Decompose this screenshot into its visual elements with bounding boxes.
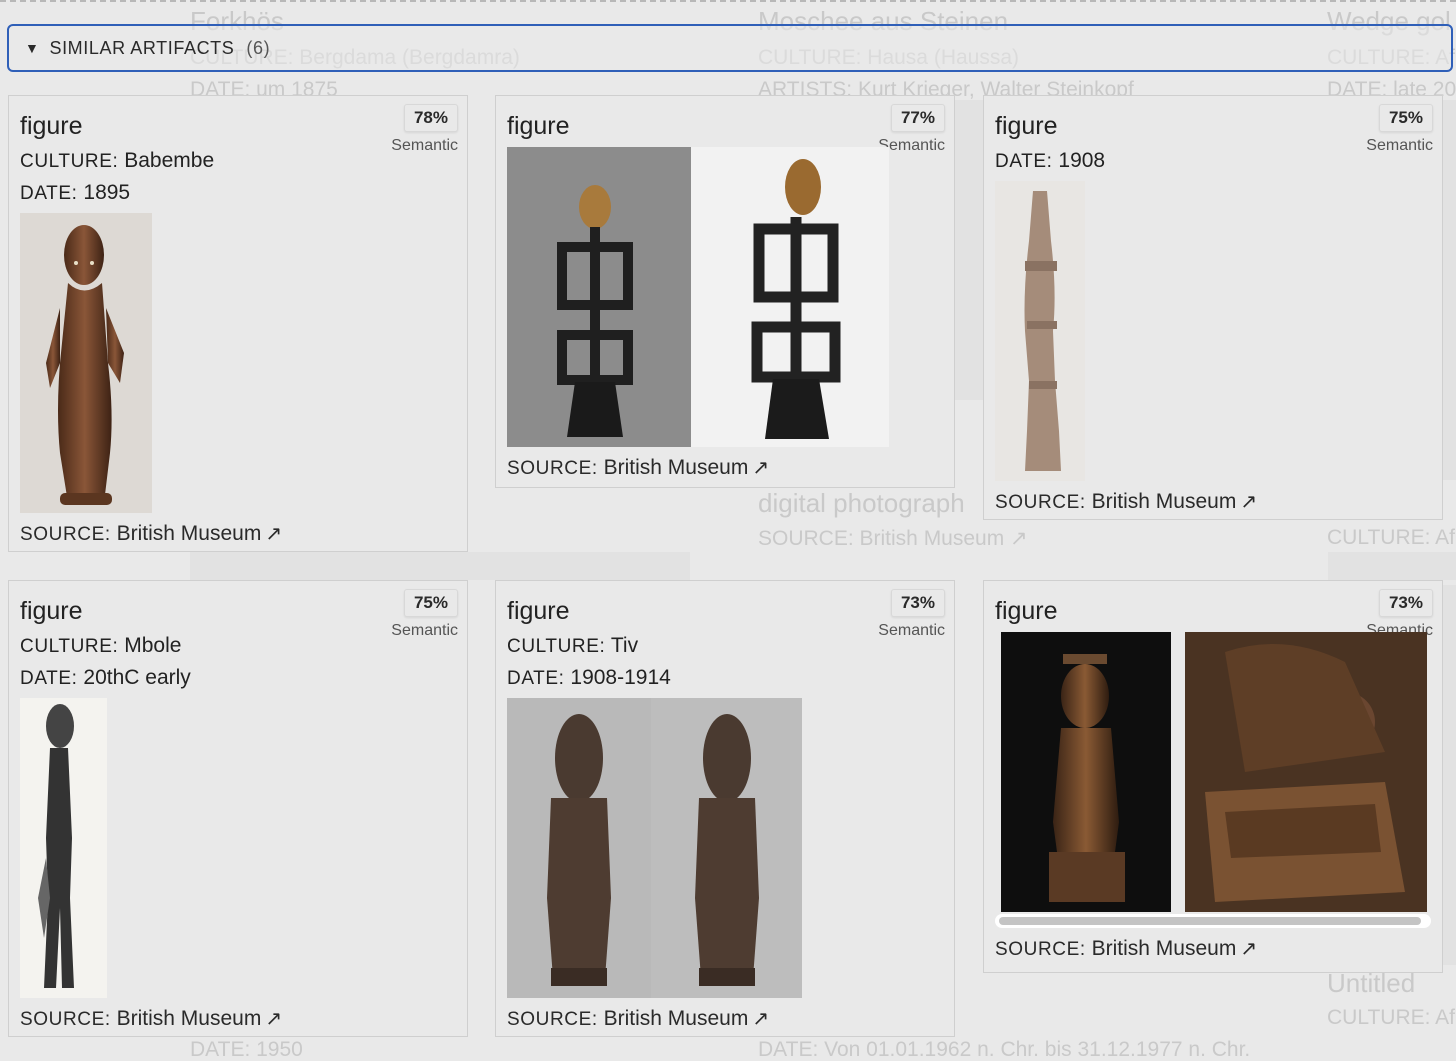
source-link[interactable]: British Museum <box>117 522 262 545</box>
external-link-icon[interactable]: ↗ <box>1240 938 1257 960</box>
similarity-score: 75% Semantic <box>391 589 458 640</box>
similar-artifacts-toggle[interactable]: ▼ SIMILAR ARTIFACTS (6) <box>7 24 1453 72</box>
source-link[interactable]: British Museum <box>604 1007 749 1030</box>
scrollbar-thumb[interactable] <box>999 917 1421 925</box>
bg-text: DATE: Von 01.01.1962 n. Chr. bis 31.12.1… <box>758 1038 1251 1061</box>
culture-key: CULTURE: <box>20 636 119 657</box>
score-percent: 73% <box>890 589 945 617</box>
external-link-icon[interactable]: ↗ <box>1240 491 1257 513</box>
date-row: DATE: 1895 <box>20 181 456 205</box>
score-type: Semantic <box>391 137 458 154</box>
artifact-image[interactable] <box>1185 632 1427 912</box>
source-key: SOURCE: <box>995 492 1086 513</box>
source-row: SOURCE: British Museum ↗ <box>995 936 1431 961</box>
source-link[interactable]: British Museum <box>1092 937 1237 960</box>
score-type: Semantic <box>391 622 458 639</box>
bg-image <box>955 100 985 400</box>
external-link-icon[interactable]: ↗ <box>265 523 282 545</box>
top-divider <box>0 0 1456 4</box>
source-row: SOURCE: British Museum ↗ <box>995 489 1431 514</box>
culture-value: Babembe <box>124 149 215 172</box>
bg-title: digital photograph <box>758 488 965 518</box>
source-link[interactable]: British Museum <box>117 1007 262 1030</box>
artifact-card[interactable]: 75% Semantic figure DATE: 1908 SOURCE: B… <box>983 95 1443 520</box>
score-percent: 78% <box>403 104 458 132</box>
artifact-image[interactable] <box>20 213 152 513</box>
culture-value: Mbole <box>124 634 182 657</box>
source-row: SOURCE: British Museum ↗ <box>507 1006 943 1031</box>
source-link[interactable]: British Museum <box>604 456 749 479</box>
external-link-icon[interactable]: ↗ <box>265 1008 282 1030</box>
date-key: DATE: <box>995 151 1053 172</box>
artifact-card[interactable]: 73% Semantic figure CULTURE: Tiv DATE: 1… <box>495 580 955 1037</box>
date-key: DATE: <box>20 668 78 689</box>
date-value: 1908-1914 <box>570 666 671 689</box>
culture-key: CULTURE: <box>507 636 606 657</box>
source-link[interactable]: British Museum <box>1092 490 1237 513</box>
date-value: 1908 <box>1058 149 1106 172</box>
external-link-icon[interactable]: ↗ <box>752 1008 769 1030</box>
bg-text: CULTURE: Afr <box>1327 1006 1456 1029</box>
artifact-card[interactable]: 78% Semantic figure CULTURE: Babembe DAT… <box>8 95 468 552</box>
artifact-card[interactable]: 73% Semantic figure SOURCE: British Muse… <box>983 580 1443 973</box>
bg-text: SOURCE: British Museum ↗ <box>758 527 1028 550</box>
result-count: (6) <box>246 37 271 58</box>
score-percent: 73% <box>1378 589 1433 617</box>
artifact-card[interactable]: 77% Semantic figure SOURCE: British Muse… <box>495 95 955 488</box>
bg-text: DATE: 1950 <box>190 1038 303 1061</box>
source-row: SOURCE: British Museum ↗ <box>20 1006 456 1031</box>
score-percent: 75% <box>1378 104 1433 132</box>
source-key: SOURCE: <box>995 939 1086 960</box>
bg-text: CULTURE: Afr <box>1327 526 1456 549</box>
artifact-image[interactable] <box>507 147 691 447</box>
artifact-card[interactable]: 75% Semantic figure CULTURE: Mbole DATE:… <box>8 580 468 1037</box>
similarity-score: 75% Semantic <box>1366 104 1433 155</box>
bg-image <box>1328 552 1456 580</box>
date-key: DATE: <box>507 668 565 689</box>
date-value: 1895 <box>83 181 131 204</box>
external-link-icon[interactable]: ↗ <box>752 457 769 479</box>
culture-key: CULTURE: <box>20 151 119 172</box>
bg-image <box>190 552 690 580</box>
source-row: SOURCE: British Museum ↗ <box>20 521 456 546</box>
source-key: SOURCE: <box>507 1009 598 1030</box>
score-percent: 77% <box>890 104 945 132</box>
source-key: SOURCE: <box>20 524 111 545</box>
date-row: DATE: 20thC early <box>20 666 456 690</box>
artifact-image[interactable] <box>651 698 802 998</box>
artifact-image[interactable] <box>507 698 651 998</box>
date-row: DATE: 1908-1914 <box>507 666 943 690</box>
score-percent: 75% <box>403 589 458 617</box>
artifact-image[interactable] <box>691 147 889 447</box>
score-type: Semantic <box>1366 137 1433 154</box>
date-key: DATE: <box>20 183 78 204</box>
horizontal-scrollbar[interactable] <box>995 914 1431 928</box>
artifact-image[interactable] <box>1001 632 1171 912</box>
similarity-score: 73% Semantic <box>878 589 945 640</box>
source-row: SOURCE: British Museum ↗ <box>507 455 943 480</box>
date-value: 20thC early <box>83 666 191 689</box>
source-key: SOURCE: <box>507 458 598 479</box>
source-key: SOURCE: <box>20 1009 111 1030</box>
similarity-score: 78% Semantic <box>391 104 458 155</box>
section-title: SIMILAR ARTIFACTS <box>49 37 235 58</box>
score-type: Semantic <box>878 622 945 639</box>
artifact-image[interactable] <box>20 698 107 998</box>
disclosure-triangle-icon: ▼ <box>25 40 40 56</box>
artifact-image[interactable] <box>995 181 1085 481</box>
culture-value: Tiv <box>610 634 639 657</box>
